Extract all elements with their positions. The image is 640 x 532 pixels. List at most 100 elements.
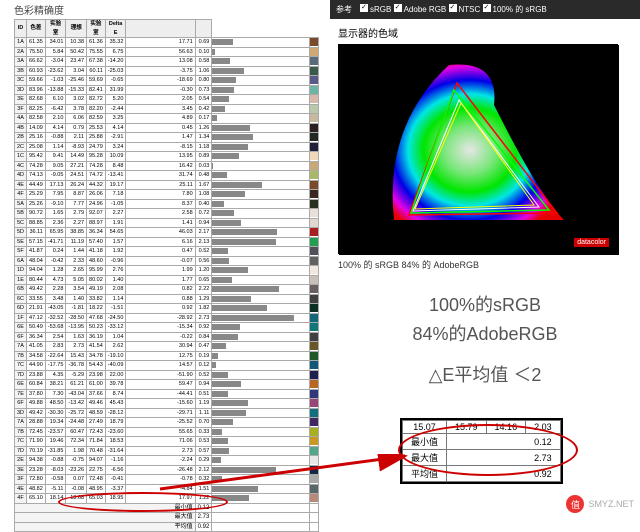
delta-bar — [212, 448, 229, 454]
color-swatch — [310, 76, 318, 84]
color-swatch — [310, 399, 318, 407]
color-swatch — [310, 333, 318, 341]
table-row: 7C44.90-17.75-36.7854.43-40.0914.570.12 — [15, 361, 319, 371]
table-row: 5D36.1165.9538.8536.3454.6546.032.17 — [15, 228, 319, 238]
color-swatch — [310, 152, 318, 160]
color-swatch — [310, 314, 318, 322]
color-swatch — [310, 485, 318, 493]
delta-bar — [212, 134, 252, 140]
gamut-title: 显示器的色域 — [338, 25, 640, 40]
col-header: Delta E — [105, 20, 126, 38]
table-row: 4E48.82-5.11-0.0848.95-3.37-4.841.51 — [15, 484, 319, 494]
delta-bar — [212, 334, 237, 340]
table-row: 4A82.582.106.0682.593.254.890.17 — [15, 114, 319, 124]
legend-checkbox[interactable] — [360, 4, 368, 12]
table-row: 2E94.38-0.88-0.7594.07-1.16-2.240.29 — [15, 456, 319, 466]
color-swatch — [310, 219, 318, 227]
col-header: 理想 — [66, 20, 87, 38]
table-row: 7E37.807.30-43.0437.668.74-44.410.51 — [15, 389, 319, 399]
watermark: 值 SMYZ.NET — [566, 495, 634, 513]
table-row: 5F41.870.241.4441.181.920.470.52 — [15, 247, 319, 257]
table-row: 4B14.094.140.7925.534.140.451.26 — [15, 123, 319, 133]
delta-bar — [212, 182, 262, 188]
color-swatch — [310, 171, 318, 179]
summary-row: 最小值0.12 — [15, 503, 319, 513]
big-adobergb: 84%的AdobeRGB — [330, 320, 640, 349]
color-swatch — [310, 371, 318, 379]
table-row: 7D70.19-31.851.9870.48-31.642.730.57 — [15, 446, 319, 456]
color-swatch — [310, 380, 318, 388]
big-srgb: 100%的sRGB — [330, 291, 640, 320]
legend-checkbox[interactable] — [394, 4, 402, 12]
color-swatch — [310, 190, 318, 198]
table-row: 6C33.553.481.4033.821.140.881.29 — [15, 294, 319, 304]
table-row: 7D23.884.35-5.2923.9822.00-51.900.52 — [15, 370, 319, 380]
table-row: 6A48.04-0.422.3348.60-0.96-0.070.56 — [15, 256, 319, 266]
color-swatch — [310, 114, 318, 122]
delta-bar — [212, 305, 267, 311]
legend-checkbox[interactable] — [449, 4, 457, 12]
table-row: 1F47.12-32.52-28.5047.68-24.50-28.922.73 — [15, 313, 319, 323]
table-row: 5A25.26-9.107.7724.96-1.058.370.40 — [15, 199, 319, 209]
delta-bar — [212, 258, 229, 264]
table-row: 4E44.4917.1326.2444.3219.1725.111.67 — [15, 180, 319, 190]
wm-text: SMYZ.NET — [588, 499, 634, 509]
color-swatch — [310, 475, 318, 483]
color-swatch — [310, 200, 318, 208]
delta-bar — [212, 210, 234, 216]
legend-item: NTSC — [459, 5, 481, 14]
color-swatch — [310, 162, 318, 170]
delta-bar — [212, 106, 225, 112]
table-row: 3E82.686.103.0282.725.202.050.54 — [15, 95, 319, 105]
table-row: 3C59.66-1.03-25.4659.69-0.65-18.690.80 — [15, 76, 319, 86]
color-swatch — [310, 352, 318, 360]
table-row: 7B34.58-22.6415.4334.78-19.1012.750.19 — [15, 351, 319, 361]
table-row: 5B90.721.652.7992.072.272.580.72 — [15, 209, 319, 219]
delta-bar — [212, 49, 215, 55]
legend-checkbox[interactable] — [483, 4, 491, 12]
delta-bar — [212, 172, 226, 178]
table-row: 1A61.3534.0110.3861.3635.3217.710.69 — [15, 38, 319, 48]
delta-bar — [212, 400, 248, 406]
delta-bar — [212, 201, 224, 207]
legend-ref: 参考 — [336, 4, 352, 15]
color-swatch — [310, 48, 318, 56]
color-swatch — [310, 447, 318, 455]
color-swatch — [310, 181, 318, 189]
delta-bar — [212, 58, 229, 64]
delta-bar — [212, 39, 233, 45]
delta-bar — [212, 372, 228, 378]
datacolor-badge: datacolor — [574, 238, 609, 247]
table-row: 6B49.422.283.5449.192.080.822.22 — [15, 285, 319, 295]
table-row: 3D49.42-30.30-25.7248.59-28.12-29.711.11 — [15, 408, 319, 418]
table-row: 6E50.49-53.68-13.9550.23-33.12-15.340.92 — [15, 323, 319, 333]
color-swatch — [310, 494, 318, 502]
color-swatch — [310, 437, 318, 445]
table-row: 7B72.45-23.5760.4772.43-23.6055.650.33 — [15, 427, 319, 437]
delta-bar — [212, 381, 240, 387]
delta-bar — [212, 486, 257, 492]
delta-bar — [212, 163, 213, 169]
color-swatch — [310, 409, 318, 417]
color-swatch — [310, 38, 318, 46]
delta-bar — [212, 229, 277, 235]
table-row: 1D94.041.282.6595.992.761.991.20 — [15, 266, 319, 276]
color-swatch — [310, 428, 318, 436]
delta-bar — [212, 248, 228, 254]
table-row: 5C88.852.362.2788.971.911.410.94 — [15, 218, 319, 228]
callout-table: 15.0715.7914.162.03 最小值0.12最大值2.73平均值0.9… — [400, 418, 563, 484]
table-row: 1C95.429.4114.4995.2810.0913.950.89 — [15, 152, 319, 162]
wm-badge: 值 — [566, 495, 584, 513]
table-row: 5E57.15-41.7111.1957.401.576.162.13 — [15, 237, 319, 247]
delta-bar — [212, 410, 245, 416]
delta-bar — [212, 429, 222, 435]
table-row: 3A66.62-3.0423.4767.38-14.2013.080.58 — [15, 57, 319, 67]
table-row: 1E80.444.735.0580.021.401.770.65 — [15, 275, 319, 285]
color-swatch — [310, 323, 318, 331]
delta-bar — [212, 419, 233, 425]
delta-bar — [212, 68, 244, 74]
color-swatch — [310, 67, 318, 75]
col-header: ID — [15, 20, 27, 38]
delta-bar — [212, 457, 221, 463]
color-swatch — [310, 285, 318, 293]
